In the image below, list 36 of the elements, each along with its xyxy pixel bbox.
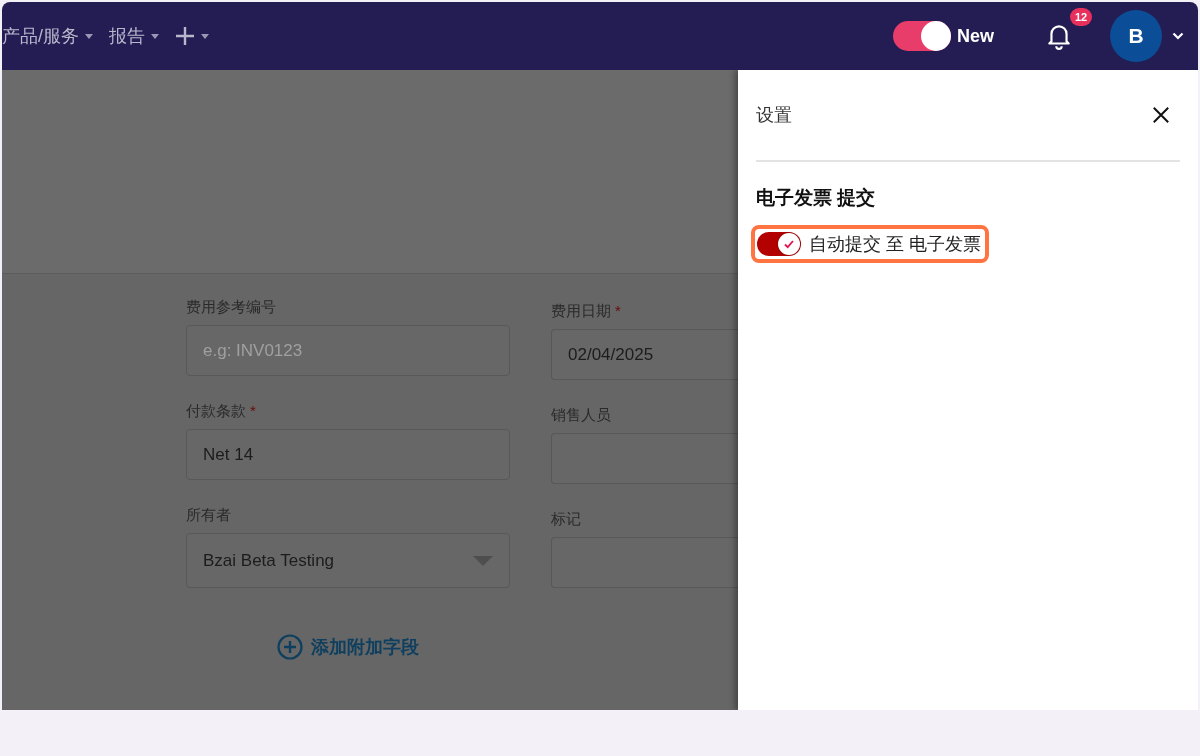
input-field[interactable]: 02/04/2025 — [551, 329, 738, 380]
nav-menu[interactable]: 产品/服务 — [0, 24, 95, 48]
plus-icon — [175, 26, 195, 46]
input-field[interactable] — [551, 537, 738, 588]
field-label: 费用参考编号 — [186, 298, 276, 317]
input-field[interactable]: Net 14 — [186, 429, 510, 480]
required-mark: * — [250, 402, 256, 421]
section-title: 电子发票 提交 — [756, 186, 877, 210]
field-label: 销售人员 — [551, 406, 611, 425]
check-icon — [783, 238, 795, 250]
field-label: 标记 — [551, 510, 581, 529]
caret-icon — [151, 33, 159, 39]
plus-circle-icon — [277, 634, 303, 660]
avatar[interactable]: B — [1110, 10, 1162, 62]
notification-count: 12 — [1070, 8, 1093, 26]
dropdown-arrow-icon — [473, 555, 493, 566]
field-label: 付款条款 * — [186, 402, 256, 421]
chevron-down-icon[interactable] — [1172, 32, 1184, 40]
nav-menu[interactable]: 报告 — [107, 24, 161, 48]
field-label: 费用日期 * — [551, 302, 621, 321]
add-field-link[interactable]: 添加附加字段 — [277, 634, 419, 660]
input-field[interactable]: e.g: INV0123 — [186, 325, 510, 376]
new-toggle[interactable] — [893, 21, 951, 51]
toggle-label: 自动提交 至 电子发票 — [809, 233, 981, 256]
add-menu[interactable] — [173, 26, 211, 46]
input-field[interactable] — [551, 433, 738, 484]
field-label: 所有者 — [186, 506, 231, 525]
caret-icon — [201, 33, 209, 39]
close-icon[interactable] — [1152, 106, 1170, 124]
toggle-switch[interactable] — [757, 232, 801, 256]
new-label: New — [957, 25, 994, 47]
panel-title: 设置 — [756, 104, 792, 127]
bell-icon[interactable] — [1046, 22, 1072, 50]
select-field[interactable]: Bzai Beta Testing — [186, 533, 510, 588]
caret-icon — [85, 33, 93, 39]
required-mark: * — [615, 302, 621, 321]
